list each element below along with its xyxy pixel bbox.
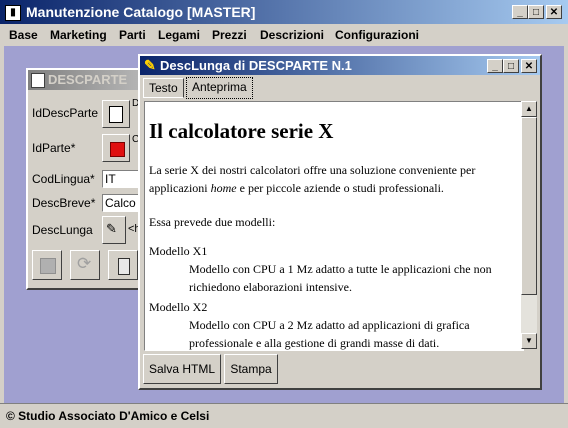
refresh-icon: ⟳ <box>77 254 92 273</box>
menu-bar: Base Marketing Parti Legami Prezzi Descr… <box>0 24 568 46</box>
close-icon[interactable]: ✕ <box>546 5 562 19</box>
save-html-button[interactable]: Salva HTML <box>143 354 221 384</box>
menu-configurazioni[interactable]: Configurazioni <box>335 28 419 42</box>
cube-icon <box>110 142 125 157</box>
preview-model2-desc: Modello con CPU a 2 Mz adatto ad applica… <box>189 318 470 350</box>
save-icon <box>40 258 56 274</box>
preview-paragraph: Essa prevede due modelli: <box>149 215 276 229</box>
document-icon <box>109 106 123 123</box>
print-button[interactable]: Stampa <box>224 354 278 384</box>
tab-testo[interactable]: Testo <box>143 78 184 98</box>
form-icon <box>31 73 45 88</box>
trash-icon <box>118 258 130 275</box>
label-desclunga: DescLunga <box>32 223 93 237</box>
vertical-scrollbar[interactable]: ▲ ▼ <box>521 101 537 349</box>
menu-marketing[interactable]: Marketing <box>50 28 107 42</box>
scroll-down-icon[interactable]: ▼ <box>521 333 537 349</box>
scroll-up-icon[interactable]: ▲ <box>521 101 537 117</box>
html-preview[interactable]: Il calcolatore serie X La serie X dei no… <box>144 101 524 351</box>
book-icon: ▮ <box>5 5 21 21</box>
desclunga-title: DescLunga di DESCPARTE N.1 <box>160 58 352 73</box>
status-text: © Studio Associato D'Amico e Celsi <box>6 409 210 423</box>
menu-parti[interactable]: Parti <box>119 28 146 42</box>
preview-intro: La serie X dei nostri calcolatori offre … <box>149 163 476 195</box>
label-iddescparte: IdDescParte <box>32 106 99 120</box>
desclunga-title-bar[interactable]: ✎ DescLunga di DESCPARTE N.1 _ □ ✕ <box>140 56 540 75</box>
scroll-thumb[interactable] <box>521 117 537 295</box>
preview-model1-title: Modello X1 <box>149 244 208 258</box>
desclunga-button[interactable]: ✎ <box>102 216 126 244</box>
refresh-button[interactable]: ⟳ <box>70 250 100 280</box>
maximize-icon[interactable]: □ <box>503 59 519 73</box>
delete-button[interactable] <box>108 250 138 280</box>
menu-descrizioni[interactable]: Descrizioni <box>260 28 324 42</box>
tab-anteprima[interactable]: Anteprima <box>186 77 253 99</box>
descparte-title: DESCPARTE <box>48 72 128 87</box>
label-codlingua: CodLingua* <box>32 172 95 186</box>
pen-icon: ✎ <box>144 57 156 73</box>
iddescparte-button[interactable] <box>102 100 130 128</box>
app-title: Manutenzione Catalogo [MASTER] <box>26 4 256 20</box>
idparte-button[interactable] <box>102 134 130 162</box>
minimize-icon[interactable]: _ <box>487 59 503 73</box>
status-bar: © Studio Associato D'Amico e Celsi <box>0 403 568 428</box>
maximize-icon[interactable]: □ <box>528 5 544 19</box>
menu-prezzi[interactable]: Prezzi <box>212 28 247 42</box>
app-title-bar[interactable]: ▮ Manutenzione Catalogo [MASTER] _ □ ✕ <box>0 0 568 24</box>
preview-model1-desc: Modello con CPU a 1 Mz adatto a tutte le… <box>189 262 492 294</box>
label-idparte: IdParte* <box>32 141 76 155</box>
pen-icon: ✎ <box>106 221 117 236</box>
preview-model2-title: Modello X2 <box>149 300 208 314</box>
save-button[interactable] <box>32 250 62 280</box>
menu-legami[interactable]: Legami <box>158 28 200 42</box>
menu-base[interactable]: Base <box>9 28 38 42</box>
minimize-icon[interactable]: _ <box>512 5 528 19</box>
label-descbreve: DescBreve* <box>32 196 96 210</box>
desclunga-window[interactable]: ✎ DescLunga di DESCPARTE N.1 _ □ ✕ Testo… <box>138 54 542 390</box>
preview-heading: Il calcolatore serie X <box>149 119 334 143</box>
close-icon[interactable]: ✕ <box>521 59 537 73</box>
